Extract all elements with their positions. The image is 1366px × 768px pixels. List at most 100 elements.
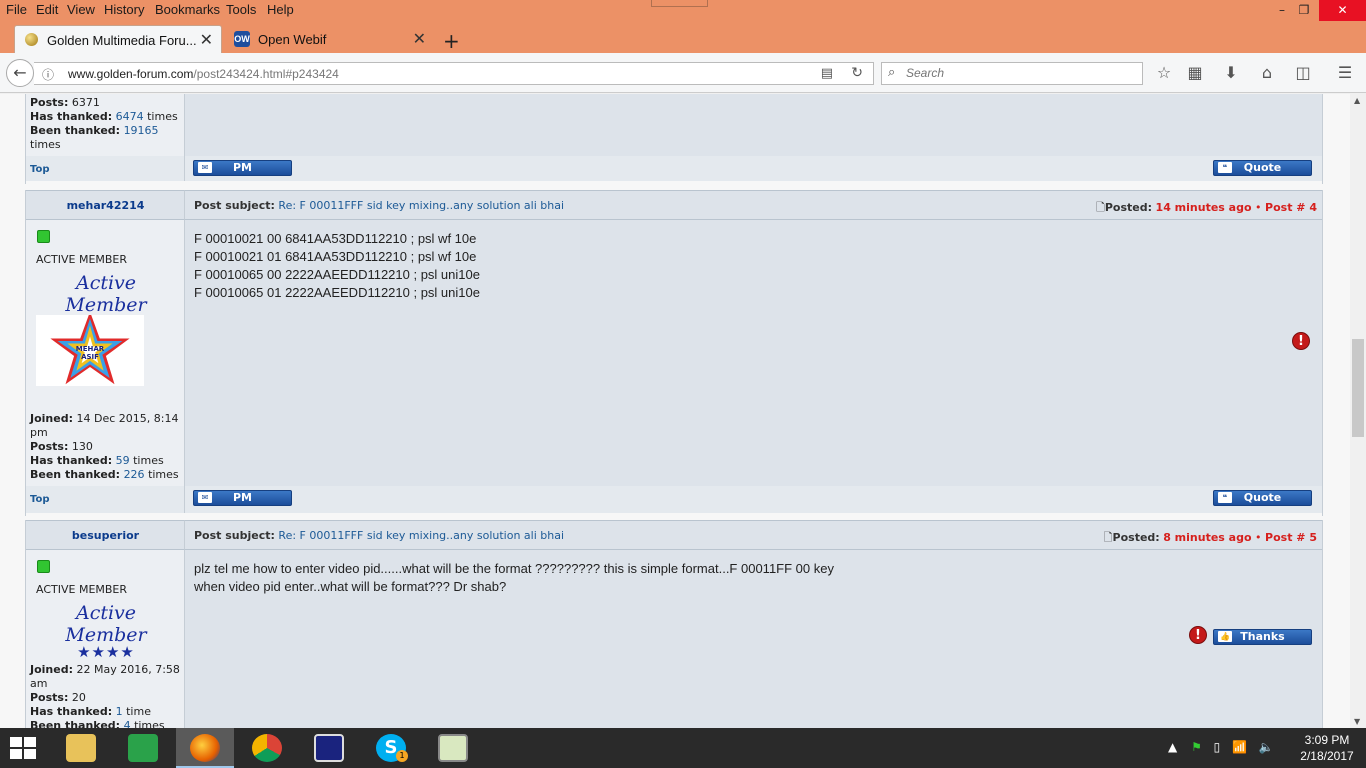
- system-tray: ▲ ⚑ ▯ 📶 🔈: [1168, 740, 1274, 754]
- search-input[interactable]: [906, 66, 1136, 80]
- satellite-app-icon[interactable]: [300, 728, 358, 768]
- drag-handle[interactable]: [651, 0, 708, 7]
- previous-post: Posts: 6371 Has thanked: 6474 times Been…: [25, 94, 1323, 184]
- device-icon[interactable]: ▯: [1214, 740, 1221, 754]
- pm-button[interactable]: ✉ PM: [193, 490, 292, 506]
- svg-text:ASIF: ASIF: [81, 353, 99, 361]
- username-link[interactable]: besuperior: [26, 529, 185, 542]
- envelope-icon: ✉: [198, 162, 212, 173]
- pm-button[interactable]: ✉ PM: [193, 160, 292, 176]
- vertical-scrollbar[interactable]: ▲ ▼: [1350, 94, 1366, 728]
- author-header: mehar42214: [26, 190, 185, 220]
- menu-bookmarks[interactable]: Bookmarks: [155, 2, 220, 17]
- network-icon[interactable]: 📶: [1232, 740, 1247, 754]
- scrollbar-thumb[interactable]: [1352, 339, 1364, 437]
- tab-title: Golden Multimedia Foru...: [47, 33, 197, 48]
- post-subject-link[interactable]: Re: F 00011FFF sid key mixing..any solut…: [278, 199, 564, 212]
- url-text[interactable]: www.golden-forum.com/post243424.html#p24…: [68, 67, 339, 81]
- golden-forum-favicon-icon: [25, 33, 38, 46]
- report-post-icon[interactable]: !: [1292, 332, 1310, 350]
- menu-view[interactable]: View: [67, 2, 95, 17]
- home-icon[interactable]: ⌂: [1256, 63, 1278, 82]
- user-rank: ACTIVE MEMBER: [36, 253, 128, 266]
- chrome-icon[interactable]: [238, 728, 296, 768]
- clock[interactable]: 3:09 PM 2/18/2017: [1288, 732, 1366, 764]
- online-status-icon: [37, 560, 50, 573]
- post-page-icon: 🗋: [1103, 531, 1113, 544]
- post-text: plz tel me how to enter video pid......w…: [194, 561, 834, 594]
- quote-button[interactable]: ❝ Quote: [1213, 490, 1312, 506]
- page-content: Posts: 6371 Has thanked: 6474 times Been…: [0, 94, 1350, 728]
- post-subject: Post subject: Re: F 00011FFF sid key mix…: [194, 199, 565, 212]
- pocket-icon[interactable]: ◫: [1292, 63, 1314, 82]
- reader-view-icon[interactable]: ▤: [821, 66, 833, 81]
- quote-button[interactable]: ❝ Quote: [1213, 160, 1312, 176]
- quote-icon: ❝: [1218, 162, 1232, 173]
- post-footer-right: ✉ PM ❝ Quote: [185, 486, 1322, 513]
- menu-tools[interactable]: Tools: [226, 2, 256, 17]
- bookmarks-list-icon[interactable]: ▦: [1184, 63, 1206, 82]
- author-panel: ACTIVE MEMBER Active Member ★★★★ Joined:…: [26, 550, 185, 728]
- windows-start-icon[interactable]: [10, 737, 38, 761]
- store-icon[interactable]: [114, 728, 172, 768]
- bookmark-star-icon[interactable]: ☆: [1153, 63, 1175, 82]
- clock-time: 3:09 PM: [1304, 733, 1350, 747]
- flag-icon[interactable]: ⚑: [1191, 740, 1202, 754]
- post-number-link[interactable]: Post # 5: [1265, 531, 1317, 544]
- scroll-up-icon[interactable]: ▲: [1354, 96, 1360, 105]
- tab-close-icon[interactable]: ✕: [200, 30, 213, 50]
- search-bar[interactable]: ⌕: [881, 62, 1143, 85]
- site-info-icon[interactable]: ⓘ: [42, 66, 54, 83]
- url-path: /post243424.html#p243424: [193, 67, 339, 81]
- skype-icon[interactable]: S1: [362, 728, 420, 768]
- tab-open-webif[interactable]: OW Open Webif ✕: [226, 25, 434, 53]
- post-page-icon: 🗋: [1096, 201, 1105, 214]
- envelope-icon: ✉: [198, 492, 212, 503]
- search-icon: ⌕: [888, 65, 896, 80]
- notepad-icon[interactable]: [424, 728, 482, 768]
- scroll-down-icon[interactable]: ▼: [1354, 717, 1360, 726]
- top-link[interactable]: Top: [30, 494, 50, 505]
- url-bar[interactable]: ⓘ www.golden-forum.com/post243424.html#p…: [34, 62, 874, 85]
- post-body: plz tel me how to enter video pid......w…: [185, 550, 1322, 728]
- post-footer-left: Top: [26, 156, 185, 181]
- firefox-icon[interactable]: [176, 728, 234, 768]
- back-button[interactable]: ←: [6, 59, 34, 87]
- thanks-button[interactable]: 👍 Thanks: [1213, 629, 1312, 645]
- online-status-icon: [37, 230, 50, 243]
- menu-edit[interactable]: Edit: [36, 2, 58, 17]
- downloads-icon[interactable]: ⬇: [1220, 63, 1242, 82]
- author-stats: Posts: 6371 Has thanked: 6474 times Been…: [30, 96, 178, 151]
- menu-help[interactable]: Help: [267, 2, 294, 17]
- star-logo-icon: MEHAR ASIF: [50, 311, 130, 385]
- close-window-button[interactable]: ✕: [1319, 0, 1366, 21]
- username-link[interactable]: mehar42214: [26, 199, 185, 212]
- clock-date: 2/18/2017: [1300, 749, 1354, 763]
- tab-close-icon[interactable]: ✕: [413, 29, 426, 49]
- skype-badge: 1: [396, 750, 408, 762]
- navigation-bar: ← ⓘ www.golden-forum.com/post243424.html…: [0, 53, 1366, 93]
- tab-title: Open Webif: [258, 32, 327, 47]
- author-header: besuperior: [26, 520, 185, 550]
- post-footer-right: ✉ PM ❝ Quote: [185, 156, 1322, 181]
- user-rank: ACTIVE MEMBER: [36, 583, 128, 596]
- reload-icon[interactable]: ↻: [851, 65, 863, 81]
- post-subject-link[interactable]: Re: F 00011FFF sid key mixing..any solut…: [278, 529, 564, 542]
- tray-overflow-icon[interactable]: ▲: [1168, 740, 1177, 754]
- avatar: MEHAR ASIF: [36, 311, 144, 386]
- author-stats: Joined: 22 May 2016, 7:58 am Posts: 20 H…: [30, 663, 180, 728]
- menu-bar: File Edit View History Bookmarks Tools H…: [0, 0, 1366, 21]
- volume-icon[interactable]: 🔈: [1259, 740, 1274, 754]
- file-explorer-icon[interactable]: [52, 728, 110, 768]
- hamburger-menu-icon[interactable]: ☰: [1334, 63, 1356, 82]
- menu-history[interactable]: History: [104, 2, 144, 17]
- top-link[interactable]: Top: [30, 164, 50, 175]
- menu-file[interactable]: File: [6, 2, 27, 17]
- report-post-icon[interactable]: !: [1189, 626, 1207, 644]
- post-number-link[interactable]: Post # 4: [1265, 201, 1317, 214]
- thumbs-up-icon: 👍: [1218, 631, 1232, 642]
- new-tab-button[interactable]: +: [443, 29, 460, 53]
- tab-golden-forum[interactable]: Golden Multimedia Foru... ✕: [14, 25, 222, 53]
- author-panel: Posts: 6371 Has thanked: 6474 times Been…: [26, 94, 185, 156]
- post-body: F 00010021 00 6841AA53DD112210 ; psl wf …: [185, 220, 1322, 486]
